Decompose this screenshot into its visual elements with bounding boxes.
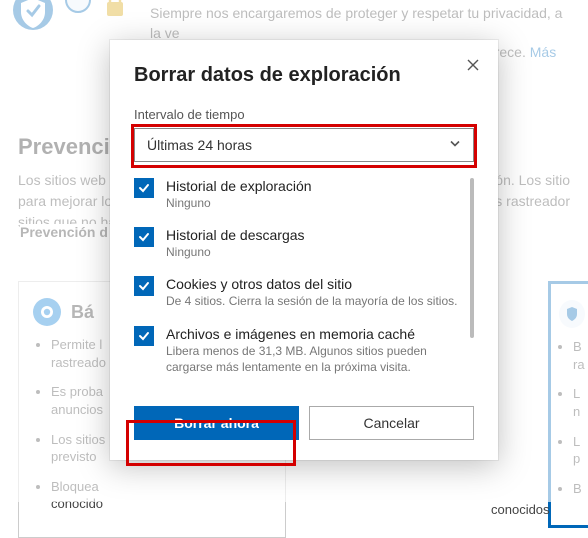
chevron-down-icon — [448, 137, 462, 154]
scrollbar-thumb[interactable] — [470, 178, 474, 338]
clear-browsing-data-dialog: Borrar datos de exploración Intervalo de… — [110, 40, 498, 460]
dialog-title: Borrar datos de exploración — [134, 64, 474, 87]
checkbox-cookies[interactable] — [134, 276, 154, 296]
time-range-label: Intervalo de tiempo — [134, 107, 474, 122]
item-title: Historial de descargas — [166, 227, 458, 243]
data-type-item: Historial de descargas Ninguno — [134, 227, 474, 260]
item-subtitle: Ninguno — [166, 195, 458, 211]
close-button[interactable] — [462, 54, 484, 76]
checkbox-browsing-history[interactable] — [134, 178, 154, 198]
checkbox-download-history[interactable] — [134, 227, 154, 247]
item-title: Historial de exploración — [166, 178, 458, 194]
data-type-item: Historial de exploración Ninguno — [134, 178, 474, 211]
data-type-item: Archivos e imágenes en memoria caché Lib… — [134, 326, 474, 375]
item-title: Cookies y otros datos del sitio — [166, 276, 458, 292]
data-types-list: Historial de exploración Ninguno Histori… — [134, 178, 474, 402]
cancel-button[interactable]: Cancelar — [309, 406, 474, 440]
checkbox-cached-files[interactable] — [134, 326, 154, 346]
item-subtitle: Ninguno — [166, 244, 458, 260]
item-title: Archivos e imágenes en memoria caché — [166, 326, 458, 342]
item-subtitle: Libera menos de 31,3 MB. Algunos sitios … — [166, 343, 458, 375]
time-range-select[interactable]: Últimas 24 horas — [134, 128, 474, 162]
clear-now-button[interactable]: Borrar ahora — [134, 406, 299, 440]
time-range-value: Últimas 24 horas — [147, 137, 252, 153]
list-item: conocidos — [491, 502, 550, 517]
data-type-item: Cookies y otros datos del sitio De 4 sit… — [134, 276, 474, 309]
item-subtitle: De 4 sitios. Cierra la sesión de la mayo… — [166, 293, 458, 309]
